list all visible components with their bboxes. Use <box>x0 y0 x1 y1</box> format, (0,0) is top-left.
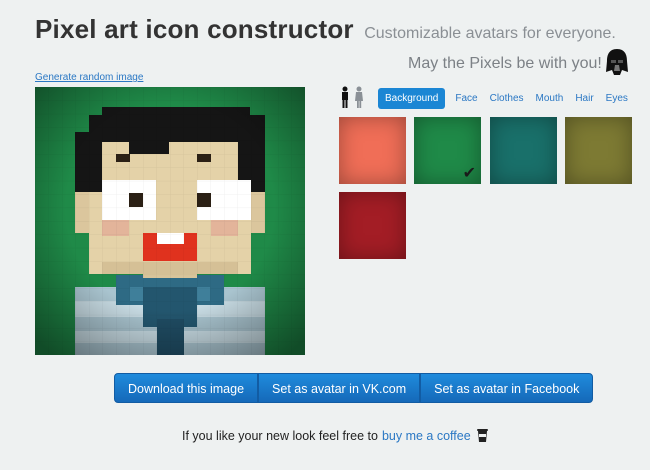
swatch-coral[interactable] <box>339 117 406 184</box>
set-vk-avatar-button[interactable]: Set as avatar in VK.com <box>258 373 421 403</box>
buy-coffee-link[interactable]: buy me a coffee <box>382 429 471 443</box>
swatch-crimson[interactable] <box>339 192 406 259</box>
gender-selector[interactable] <box>338 86 368 108</box>
swatch-olive[interactable] <box>565 117 632 184</box>
page-subtitle: Customizable avatars for everyone. <box>364 25 616 42</box>
generate-random-link[interactable]: Generate random image <box>35 72 143 83</box>
page-title: Pixel art icon constructor <box>35 14 354 44</box>
female-icon[interactable] <box>355 86 363 109</box>
avatar-preview <box>35 87 305 355</box>
category-tabs: Background Face Clothes Mouth Hair Eyes <box>378 88 634 109</box>
tab-eyes[interactable]: Eyes <box>600 88 634 109</box>
checkmark-icon: ✔ <box>462 165 476 182</box>
download-button[interactable]: Download this image <box>114 373 259 403</box>
set-facebook-avatar-button[interactable]: Set as avatar in Facebook <box>420 373 594 403</box>
coffee-cup-icon <box>476 429 488 442</box>
tagline: May the Pixels be with you! <box>408 55 602 72</box>
darth-vader-icon <box>606 49 628 75</box>
pixel-avatar-image <box>35 87 305 355</box>
tab-mouth[interactable]: Mouth <box>530 88 570 109</box>
tab-hair[interactable]: Hair <box>569 88 599 109</box>
tab-face[interactable]: Face <box>449 88 483 109</box>
footer: If you like your new look feel free to b… <box>182 428 489 443</box>
tab-background[interactable]: Background <box>378 88 446 109</box>
tab-clothes[interactable]: Clothes <box>484 88 530 109</box>
footer-text: If you like your new look feel free to <box>182 428 378 443</box>
male-icon[interactable] <box>342 86 348 109</box>
swatch-teal[interactable] <box>490 117 557 184</box>
page-header: Pixel art icon constructor Customizable … <box>35 14 616 45</box>
swatch-green[interactable]: ✔ <box>414 117 481 184</box>
action-buttons: Download this image Set as avatar in VK.… <box>114 373 594 403</box>
